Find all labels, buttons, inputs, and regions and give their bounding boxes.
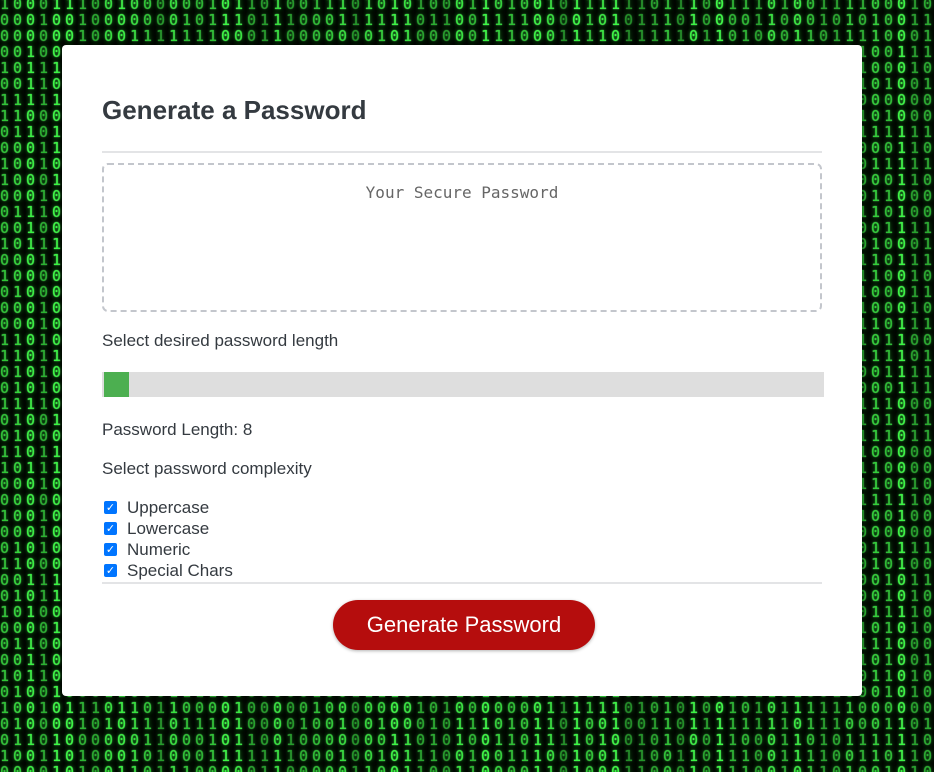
numeric-checkbox[interactable]: ✓ (104, 543, 117, 556)
generate-password-button[interactable]: Generate Password (333, 600, 595, 650)
page-title: Generate a Password (102, 95, 367, 125)
option-uppercase[interactable]: ✓ Uppercase (102, 497, 209, 518)
matrix-column: 0 0 0 1 1 1 1 0 1 0 0 0 0 1 1 1 0 0 0 0 … (26, 0, 36, 772)
uppercase-label: Uppercase (127, 497, 210, 517)
complexity-label: Select password complexity (102, 459, 312, 478)
length-readout-prefix: Password Length: (102, 420, 243, 439)
option-lowercase[interactable]: ✓ Lowercase (102, 518, 209, 539)
divider (102, 151, 822, 153)
matrix-column: 0 0 0 0 0 1 0 1 1 0 1 0 1 0 1 0 0 0 0 0 … (884, 0, 894, 772)
password-generator-card: Generate a Password Select desired passw… (62, 45, 862, 696)
length-label: Select desired password length (102, 331, 339, 350)
matrix-column: 0 1 0 0 1 1 1 0 0 1 1 0 1 1 0 1 1 0 0 1 … (39, 0, 49, 772)
numeric-label: Numeric (127, 539, 191, 559)
matrix-column: 0 1 1 0 0 0 0 0 1 0 1 0 1 1 0 1 1 1 0 0 … (871, 0, 881, 772)
length-value: 8 (242, 420, 253, 439)
option-special-chars[interactable]: ✓ Special Chars (102, 560, 233, 581)
slider-thumb[interactable] (104, 372, 129, 397)
matrix-column: 0 0 0 0 0 0 1 1 1 0 0 0 0 1 0 0 0 0 1 0 … (13, 0, 23, 772)
lowercase-label: Lowercase (127, 518, 210, 538)
divider (102, 582, 822, 584)
length-slider[interactable] (102, 372, 824, 397)
matrix-column: 1 0 0 0 1 0 1 1 0 0 1 1 0 0 0 1 0 1 0 0 … (0, 0, 10, 772)
password-output[interactable] (102, 163, 822, 312)
matrix-column: 0 0 0 1 0 0 0 0 1 1 1 1 0 1 1 0 1 0 0 0 … (897, 0, 907, 772)
special-chars-checkbox[interactable]: ✓ (104, 564, 117, 577)
length-readout: Password Length: 8 (102, 420, 252, 440)
lowercase-checkbox[interactable]: ✓ (104, 522, 117, 535)
matrix-column: 0 1 1 1 0 1 0 0 1 0 1 0 0 0 1 1 1 0 1 0 … (923, 0, 933, 772)
special-chars-label: Special Chars (127, 560, 233, 580)
option-numeric[interactable]: ✓ Numeric (102, 539, 190, 560)
uppercase-checkbox[interactable]: ✓ (104, 501, 117, 514)
matrix-column: 1 1 0 1 1 0 0 0 1 1 1 1 0 0 1 0 1 1 1 1 … (910, 0, 920, 772)
